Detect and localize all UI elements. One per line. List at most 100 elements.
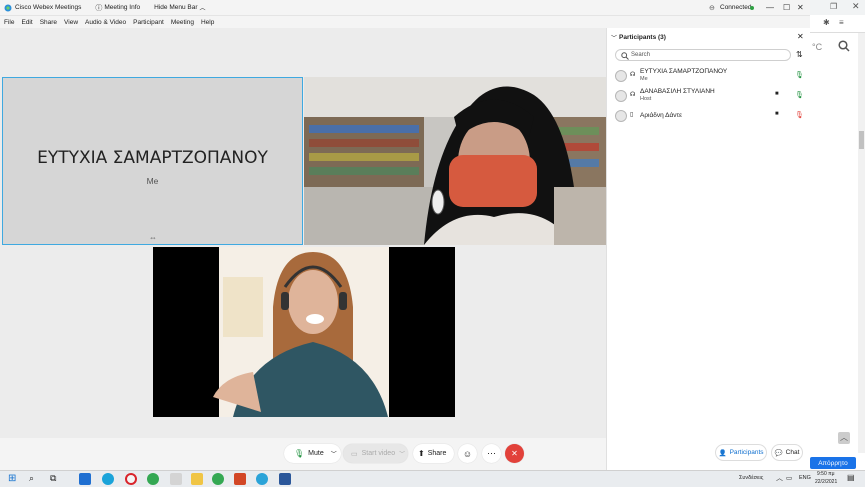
language-indicator[interactable]: ENG (799, 475, 811, 481)
host-video-frame (304, 77, 606, 245)
menu-participant[interactable]: Participant (133, 19, 164, 26)
self-video-tile[interactable]: ΕΥΤΥΧΙΑ ΣΑΜΑΡΤΖΟΠΑΝΟΥ Me ⇔ (2, 77, 303, 245)
window-title: Cisco Webex Meetings (15, 4, 82, 11)
title-bar: Cisco Webex Meetings ⓘ Meeting Info Hide… (0, 0, 810, 16)
microphone-on-icon: 🎙 (795, 92, 804, 99)
wifi-icon[interactable]: ▭ (786, 474, 792, 482)
avatar (615, 110, 627, 122)
restore-icon[interactable]: ❐ (830, 2, 837, 11)
connected-dot (750, 6, 754, 10)
menu-audio-video[interactable]: Audio & Video (85, 19, 126, 26)
chevron-up-icon: ︿ (199, 6, 206, 12)
extensions-icon[interactable]: ✱ (823, 18, 830, 27)
menu-view[interactable]: View (64, 19, 78, 26)
chat-tab-button[interactable]: 💬 Chat (771, 444, 803, 461)
connection-status: Connected (720, 4, 752, 11)
mute-button[interactable]: 🎙 Mute ﹀ (284, 444, 341, 463)
webex-window: Cisco Webex Meetings ⓘ Meeting Info Hide… (0, 0, 810, 470)
more-icon: ⋯ (487, 448, 496, 458)
browser-scrollbar[interactable] (858, 33, 865, 453)
search-icon (621, 52, 629, 60)
share-label: Share (427, 450, 447, 457)
participant-sub: Me (640, 76, 648, 82)
maximize-icon[interactable]: ☐ (783, 3, 790, 12)
menu-edit[interactable]: Edit (21, 19, 32, 26)
powerpoint-icon[interactable] (234, 473, 246, 485)
more-options-button[interactable]: ⋯ (482, 444, 501, 463)
video-camera-icon: ■ (775, 111, 779, 117)
word-icon[interactable] (279, 473, 291, 485)
phone-icon: ▯ (630, 112, 634, 118)
windows-start-icon[interactable]: ⊞ (8, 473, 16, 484)
participants-tab-label: Participants (729, 449, 764, 456)
scroll-top-button[interactable]: ︿ (838, 432, 850, 444)
browser-tabbar: ❐ ✕ (810, 0, 865, 15)
network-label: Συνδέσεις (739, 475, 764, 481)
close-icon[interactable]: ✕ (852, 1, 860, 12)
person-icon: 👤 (718, 449, 727, 457)
privacy-button[interactable]: Απόρρητο (810, 457, 856, 469)
meeting-info-label: Meeting Info (104, 4, 141, 11)
participant-row[interactable]: ☊ ΕΥΤΥΧΙΑ ΣΑΜΑΡΤΖΟΠΑΝΟΥ Me 🎙 (607, 67, 811, 87)
menu-file[interactable]: File (4, 19, 14, 26)
media-icon[interactable] (170, 473, 182, 485)
headset-icon: ☊ (630, 72, 636, 78)
smiley-icon: ☺ (462, 448, 473, 459)
close-window-icon[interactable]: ✕ (797, 3, 804, 12)
share-button[interactable]: ⬆ Share (413, 444, 454, 463)
mail-icon[interactable] (79, 473, 91, 485)
participant-search-input[interactable]: Search (615, 49, 791, 61)
task-view-icon[interactable]: ⧉ (50, 473, 56, 484)
edge-icon[interactable] (102, 473, 114, 485)
participants-panel: ﹀ Participants (3) ✕ Search ⇅ ☊ ΕΥΤΥΧΙΑ … (606, 28, 810, 438)
menu-help[interactable]: Help (201, 19, 214, 26)
start-video-label: Start video (361, 450, 396, 457)
sort-icon[interactable]: ⇅ (796, 50, 803, 59)
headset-icon: ☊ (630, 92, 636, 98)
minimize-icon[interactable]: — (766, 3, 774, 12)
webex-icon[interactable] (256, 473, 268, 485)
clock-date[interactable]: 22/2/2021 (815, 479, 837, 485)
swap-icon[interactable]: ⇔ (149, 233, 157, 242)
camera-icon: ▭ (351, 450, 358, 458)
participant-video-host[interactable] (304, 77, 606, 245)
microphone-icon: 🎙 (294, 449, 305, 458)
chrome-icon[interactable] (212, 473, 224, 485)
file-explorer-icon[interactable] (191, 473, 203, 485)
leave-meeting-button[interactable]: ✕ (505, 444, 524, 463)
opera-icon[interactable] (125, 473, 137, 485)
search-icon[interactable] (838, 40, 850, 52)
meeting-info-button[interactable]: ⓘ Meeting Info (95, 3, 140, 13)
participant-row[interactable]: ▯ Αριάδνη Δάντε ■ 🎙 (607, 107, 811, 127)
collapse-chevron-icon[interactable]: ﹀ (611, 33, 617, 42)
hide-menu-bar-button[interactable]: Hide Menu Bar ︿ (154, 3, 205, 12)
notifications-icon[interactable]: ▤ (847, 473, 855, 482)
self-label: Me (146, 176, 159, 186)
chrome-icon[interactable] (147, 473, 159, 485)
participant-name: ΔΑΝΑΒΑΣΙΛΗ ΣΤΥΛΙΑΝΗ (640, 88, 715, 95)
scrollbar-thumb[interactable] (859, 131, 864, 149)
participant-sub: Host (640, 96, 652, 102)
temperature-text: °C (812, 42, 823, 52)
reading-list-icon[interactable]: ≡ (839, 18, 844, 27)
participant-row[interactable]: ☊ ΔΑΝΑΒΑΣΙΛΗ ΣΤΥΛΙΑΝΗ Host ■ 🎙 (607, 87, 811, 107)
webex-logo-icon (4, 4, 12, 12)
close-icon: ✕ (511, 449, 518, 458)
video-options-chevron-icon[interactable]: ﹀ (399, 449, 405, 458)
self-name: ΕΥΤΥΧΙΑ ΣΑΜΑΡΤΖΟΠΑΝΟΥ (37, 148, 268, 168)
menu-meeting[interactable]: Meeting (171, 19, 194, 26)
mute-options-chevron-icon[interactable]: ﹀ (331, 449, 337, 458)
privacy-button-label: Απόρρητο (818, 459, 848, 467)
avatar (615, 70, 627, 82)
search-icon[interactable]: ⌕ (29, 473, 34, 484)
reactions-button[interactable]: ☺ (458, 444, 477, 463)
taskbar: ⊞ ⌕ ⧉ Συνδέσεις ︿ ▭ ENG 9:50 πμ 22/2/202… (0, 470, 865, 487)
close-panel-icon[interactable]: ✕ (797, 32, 804, 41)
clock-time[interactable]: 9:50 πμ (817, 471, 834, 477)
participant-video-ariadni[interactable] (153, 247, 455, 417)
tray-chevron-icon[interactable]: ︿ (776, 473, 783, 483)
participants-tab-button[interactable]: 👤 Participants (715, 444, 767, 461)
start-video-button[interactable]: ▭ Start video ﹀ (343, 444, 408, 463)
menu-share[interactable]: Share (40, 19, 57, 26)
ariadni-video-frame (153, 247, 455, 417)
